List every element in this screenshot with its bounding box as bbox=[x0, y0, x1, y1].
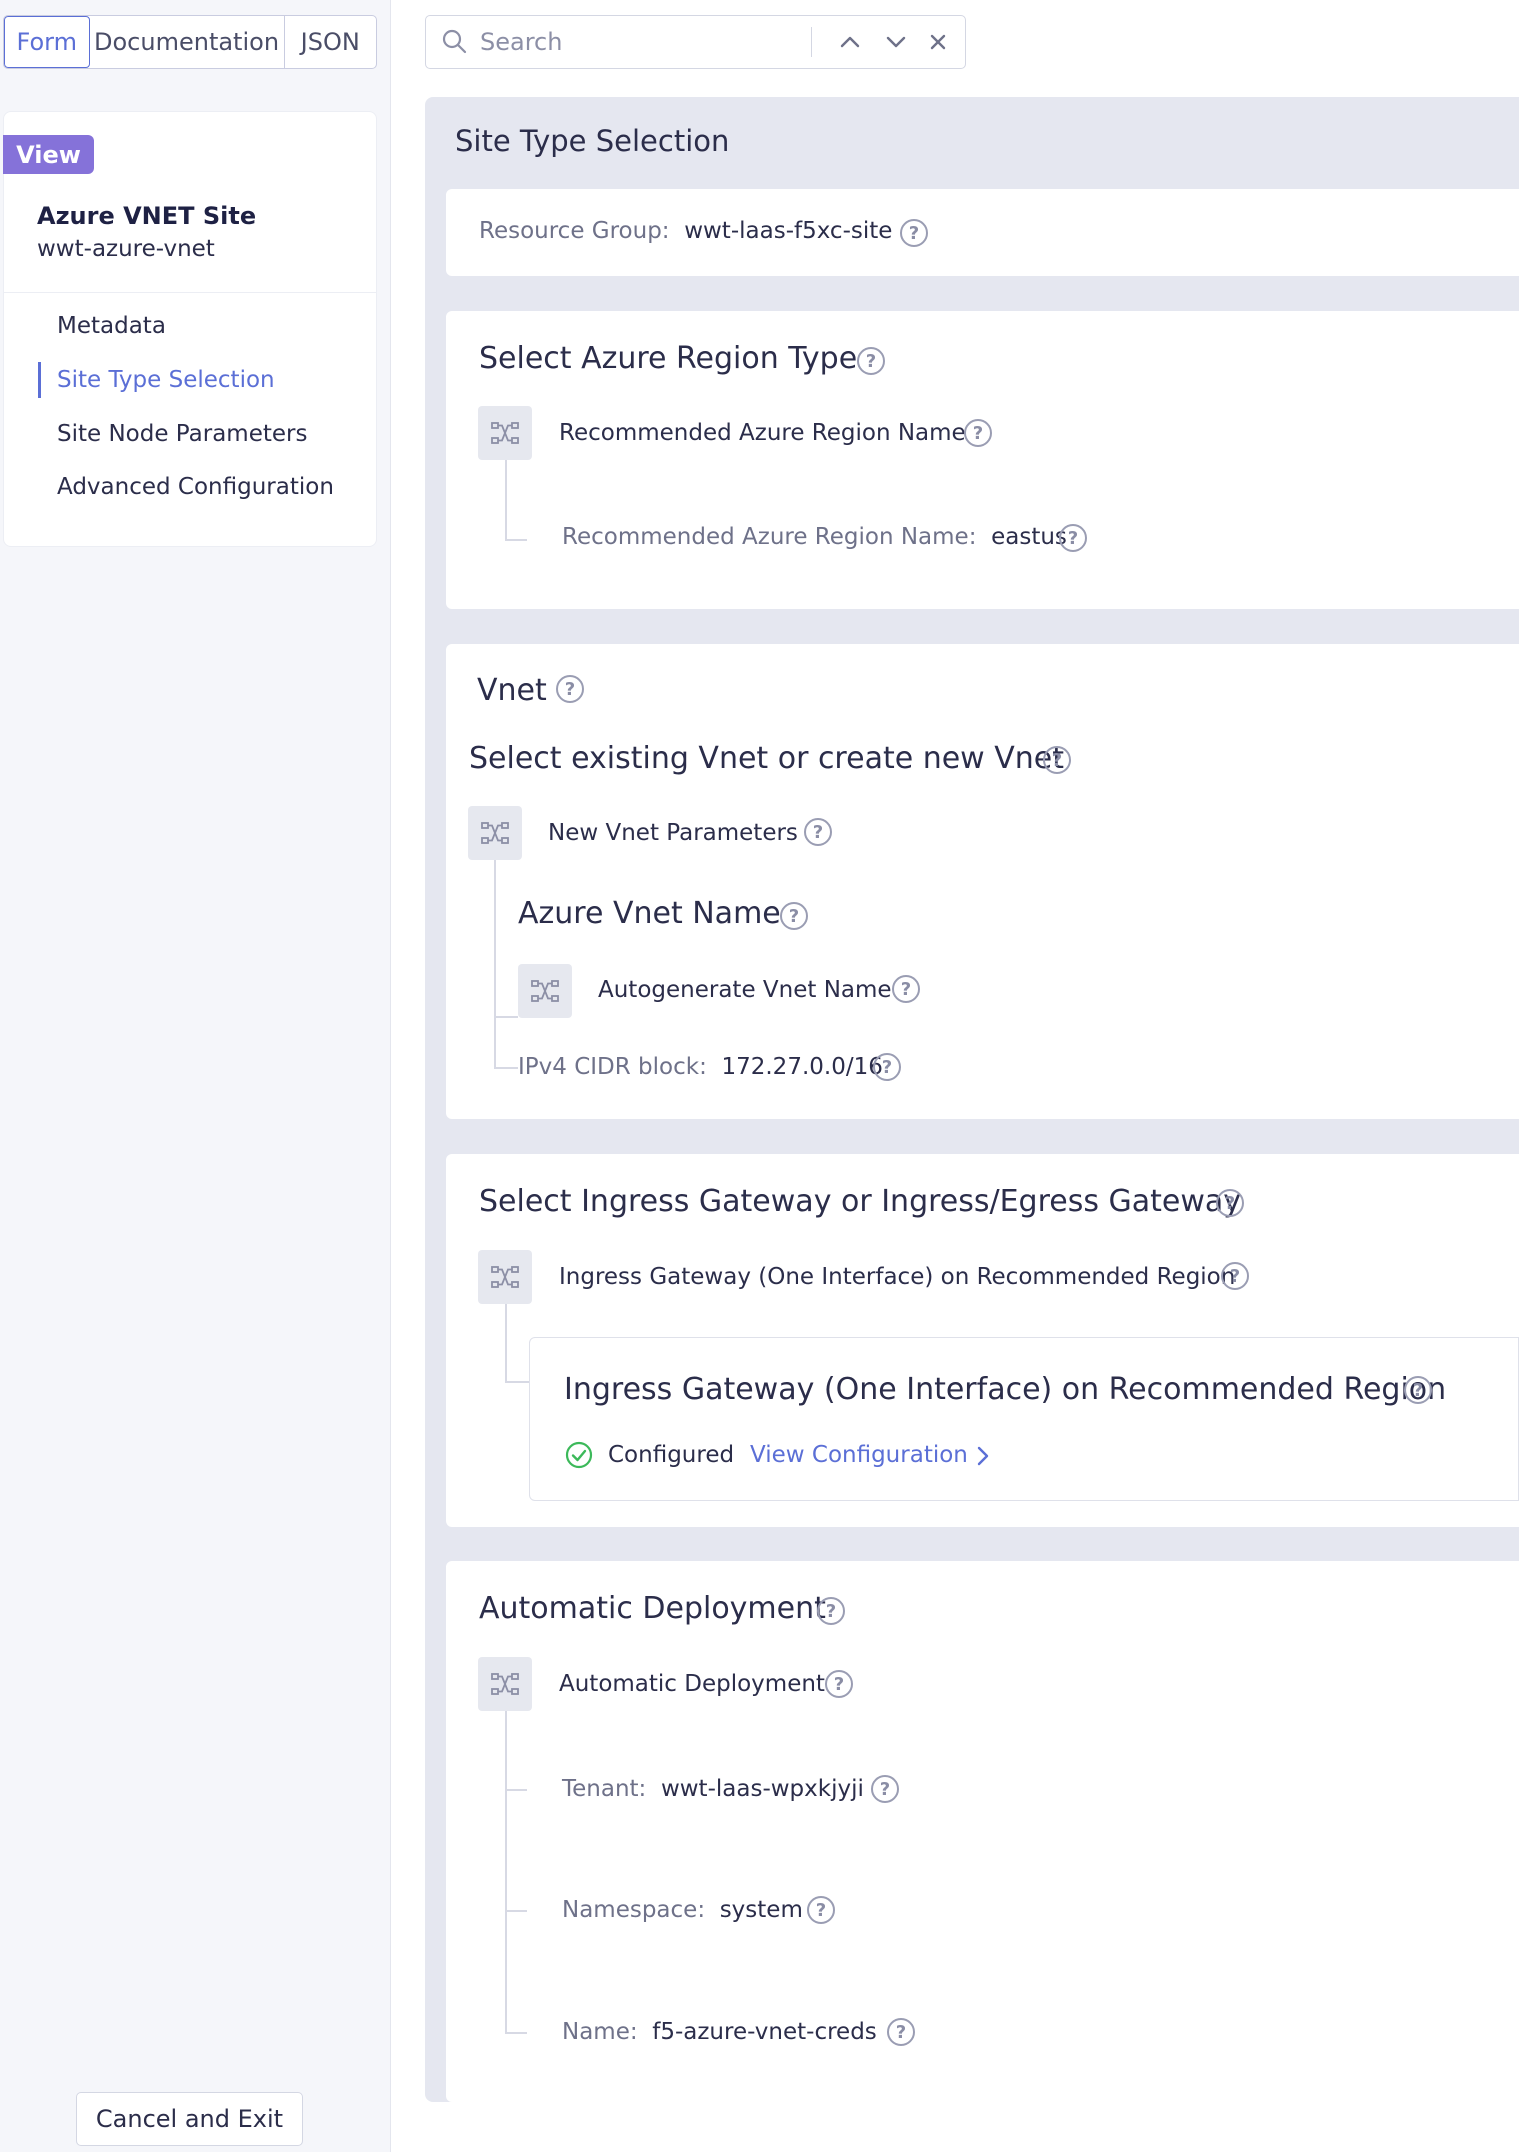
tree-line bbox=[505, 1304, 507, 1382]
vnet-subtitle: Select existing Vnet or create new Vnet bbox=[469, 741, 1065, 776]
search-placeholder: Search bbox=[480, 28, 563, 56]
site-name: wwt-azure-vnet bbox=[37, 236, 215, 262]
cidr-field: IPv4 CIDR block: 172.27.0.0/16 bbox=[518, 1054, 883, 1080]
tree-branch bbox=[505, 2032, 527, 2034]
help-icon[interactable]: ? bbox=[1043, 746, 1071, 774]
cidr-label: IPv4 CIDR block: bbox=[518, 1054, 707, 1080]
chevron-down-icon[interactable] bbox=[884, 30, 908, 54]
nav-divider bbox=[3, 292, 377, 293]
tenant-label: Tenant: bbox=[562, 1776, 647, 1802]
region-type-title: Select Azure Region Type bbox=[479, 341, 858, 376]
choice-node-icon bbox=[518, 964, 572, 1018]
branch-icon bbox=[491, 1673, 519, 1695]
tenant-value: wwt-laas-wpxkjyji bbox=[660, 1776, 864, 1802]
help-icon[interactable]: ? bbox=[887, 2018, 915, 2046]
search-divider bbox=[811, 27, 812, 57]
tenant-field: Tenant: wwt-laas-wpxkjyji bbox=[562, 1776, 864, 1802]
tree-line bbox=[494, 860, 496, 1068]
help-icon[interactable]: ? bbox=[900, 219, 928, 247]
tab-documentation[interactable]: Documentation bbox=[90, 16, 285, 68]
status-text: Configured bbox=[608, 1442, 735, 1468]
tab-form[interactable]: Form bbox=[4, 16, 90, 68]
help-icon[interactable]: ? bbox=[1404, 1376, 1432, 1404]
region-name-label: Recommended Azure Region Name: bbox=[562, 524, 977, 550]
choice-node-icon bbox=[468, 806, 522, 860]
help-icon[interactable]: ? bbox=[871, 1775, 899, 1803]
tree-branch bbox=[505, 1910, 527, 1912]
namespace-value: system bbox=[719, 1897, 803, 1923]
help-icon[interactable]: ? bbox=[556, 675, 584, 703]
gateway-config-title: Ingress Gateway (One Interface) on Recom… bbox=[564, 1372, 1447, 1407]
tree-line bbox=[505, 1711, 507, 2033]
sidebar-item-metadata[interactable]: Metadata bbox=[57, 313, 166, 339]
help-icon[interactable]: ? bbox=[825, 1670, 853, 1698]
tree-branch bbox=[494, 1016, 518, 1018]
site-type-title: Azure VNET Site bbox=[37, 202, 257, 230]
check-circle-icon bbox=[565, 1441, 593, 1469]
creds-name-label: Name: bbox=[562, 2019, 638, 2045]
nav-active-indicator bbox=[38, 362, 41, 398]
help-icon[interactable]: ? bbox=[1059, 524, 1087, 552]
vnet-title: Vnet bbox=[477, 673, 547, 708]
sidebar-item-site-type-selection[interactable]: Site Type Selection bbox=[57, 367, 275, 393]
region-type-option[interactable]: Recommended Azure Region Name bbox=[559, 420, 966, 446]
gateway-config-card bbox=[529, 1337, 1519, 1501]
cancel-and-exit-button[interactable]: Cancel and Exit bbox=[76, 2092, 303, 2146]
help-icon[interactable]: ? bbox=[1221, 1262, 1249, 1290]
help-icon[interactable]: ? bbox=[964, 419, 992, 447]
region-name-value: eastus bbox=[991, 524, 1067, 550]
gateway-title: Select Ingress Gateway or Ingress/Egress… bbox=[479, 1184, 1242, 1219]
tab-json[interactable]: JSON bbox=[285, 16, 377, 68]
help-icon[interactable]: ? bbox=[807, 1896, 835, 1924]
resource-group-label: Resource Group: bbox=[479, 218, 670, 244]
resource-group-field: Resource Group: wwt-laas-f5xc-site bbox=[479, 218, 892, 244]
vnet-card bbox=[446, 644, 1519, 1119]
sidebar-item-advanced-configuration[interactable]: Advanced Configuration bbox=[57, 474, 334, 500]
vnet-name-title: Azure Vnet Name bbox=[518, 896, 781, 931]
choice-node-icon bbox=[478, 1657, 532, 1711]
region-name-field: Recommended Azure Region Name: eastus bbox=[562, 524, 1067, 550]
gateway-option[interactable]: Ingress Gateway (One Interface) on Recom… bbox=[559, 1264, 1235, 1290]
help-icon[interactable]: ? bbox=[1216, 1189, 1244, 1217]
help-icon[interactable]: ? bbox=[804, 818, 832, 846]
creds-name-value: f5-azure-vnet-creds bbox=[652, 2019, 877, 2045]
sidebar-item-site-node-parameters[interactable]: Site Node Parameters bbox=[57, 421, 307, 447]
deployment-option[interactable]: Automatic Deployment bbox=[559, 1671, 825, 1697]
branch-icon bbox=[491, 1266, 519, 1288]
chevron-right-icon[interactable] bbox=[973, 1444, 993, 1468]
creds-name-field: Name: f5-azure-vnet-creds bbox=[562, 2019, 877, 2045]
view-badge: View bbox=[3, 135, 94, 174]
branch-icon bbox=[491, 422, 519, 444]
tree-branch bbox=[494, 1067, 518, 1069]
help-icon[interactable]: ? bbox=[892, 975, 920, 1003]
help-icon[interactable]: ? bbox=[873, 1053, 901, 1081]
help-icon[interactable]: ? bbox=[780, 902, 808, 930]
view-configuration-link[interactable]: View Configuration bbox=[750, 1442, 968, 1468]
branch-icon bbox=[481, 822, 509, 844]
namespace-label: Namespace: bbox=[562, 1897, 706, 1923]
resource-group-value: wwt-laas-f5xc-site bbox=[684, 218, 893, 244]
tree-line bbox=[505, 460, 507, 540]
help-icon[interactable]: ? bbox=[817, 1597, 845, 1625]
cidr-value: 172.27.0.0/16 bbox=[721, 1054, 883, 1080]
vnet-option[interactable]: New Vnet Parameters bbox=[548, 820, 798, 846]
namespace-field: Namespace: system bbox=[562, 1897, 803, 1923]
view-mode-tabs: Form Documentation JSON bbox=[3, 15, 377, 69]
close-icon[interactable] bbox=[926, 30, 950, 54]
tree-branch bbox=[505, 1381, 529, 1383]
deployment-title: Automatic Deployment bbox=[479, 1591, 826, 1626]
choice-node-icon bbox=[478, 1250, 532, 1304]
chevron-up-icon[interactable] bbox=[838, 30, 862, 54]
help-icon[interactable]: ? bbox=[857, 347, 885, 375]
branch-icon bbox=[531, 980, 559, 1002]
tree-branch bbox=[505, 1789, 527, 1791]
vnet-name-option[interactable]: Autogenerate Vnet Name bbox=[598, 977, 892, 1003]
choice-node-icon bbox=[478, 406, 532, 460]
tree-branch bbox=[505, 539, 527, 541]
section-title: Site Type Selection bbox=[455, 124, 730, 158]
search-icon bbox=[442, 29, 467, 54]
